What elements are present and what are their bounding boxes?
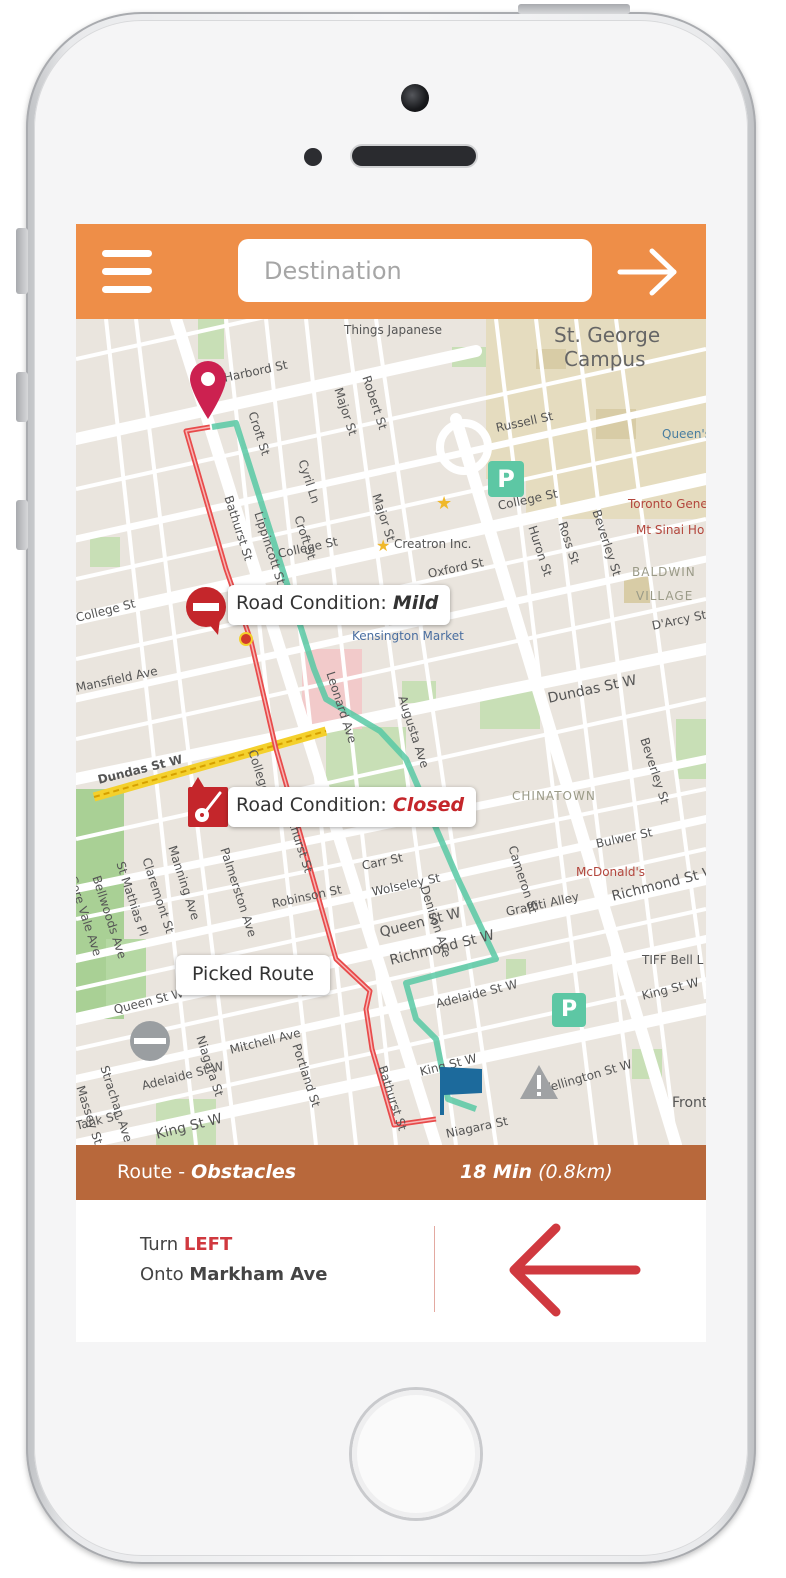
map-label: CHINATOWN bbox=[512, 789, 596, 803]
directions-panel: Turn LEFT Onto Markham Ave bbox=[76, 1200, 706, 1342]
street-name: Markham Ave bbox=[189, 1264, 328, 1285]
callout-label: Road Condition: bbox=[236, 592, 393, 614]
power-button[interactable] bbox=[518, 4, 630, 14]
no-entry-icon[interactable] bbox=[184, 587, 232, 635]
front-camera bbox=[401, 84, 429, 112]
turn-prefix: Turn bbox=[140, 1234, 184, 1255]
turn-direction: LEFT bbox=[183, 1234, 233, 1255]
top-bar bbox=[76, 224, 706, 319]
route-type: Route - Obstacles bbox=[117, 1161, 296, 1183]
onto-prefix: Onto bbox=[140, 1264, 190, 1285]
callout-label: Road Condition: bbox=[236, 794, 393, 816]
map-label: Creatron Inc. bbox=[394, 537, 472, 551]
parking-icon[interactable]: P bbox=[552, 993, 586, 1027]
hamburger-menu-icon[interactable] bbox=[102, 250, 152, 294]
turn-instruction: Turn LEFT Onto Markham Ave bbox=[140, 1230, 328, 1290]
map-view[interactable]: ★ ★ Things Japanese St. George Campus Ha… bbox=[76, 319, 706, 1145]
guitar-icon[interactable] bbox=[188, 787, 228, 827]
volume-down-button[interactable] bbox=[16, 500, 28, 550]
map-label: St. George bbox=[554, 323, 661, 347]
map-label: Kensington Market bbox=[352, 629, 464, 643]
route-label: Route - bbox=[117, 1161, 192, 1183]
map-label: VILLAGE bbox=[636, 589, 694, 603]
callout-value: Mild bbox=[392, 592, 439, 614]
map-label: Things Japanese bbox=[344, 323, 443, 337]
arrow-right-icon[interactable] bbox=[616, 248, 680, 296]
map-label: McDonald's bbox=[576, 865, 645, 879]
parking-icon[interactable]: P bbox=[488, 461, 524, 497]
location-pin-icon[interactable] bbox=[188, 359, 228, 421]
arrow-left-icon bbox=[504, 1220, 644, 1320]
flag-icon[interactable] bbox=[438, 1063, 486, 1115]
route-distance: (0.8km) bbox=[538, 1161, 613, 1183]
map-label: Mt Sinai Ho bbox=[636, 523, 705, 537]
map-label: Toronto Gene bbox=[628, 497, 706, 511]
picked-route-callout[interactable]: Picked Route bbox=[176, 955, 331, 995]
route-summary-bar: Route - Obstacles 18 Min (0.8km) bbox=[76, 1145, 706, 1200]
home-button[interactable] bbox=[352, 1390, 480, 1518]
proximity-sensor bbox=[304, 148, 322, 166]
road-condition-closed-callout[interactable]: Road Condition: Closed bbox=[228, 787, 477, 827]
divider bbox=[434, 1226, 435, 1312]
road-condition-mild-callout[interactable]: Road Condition: Mild bbox=[228, 585, 451, 625]
callout-label: Picked Route bbox=[192, 963, 315, 985]
svg-text:★: ★ bbox=[436, 493, 452, 514]
earpiece-speaker bbox=[352, 146, 476, 166]
route-duration: 18 Min bbox=[460, 1161, 533, 1183]
callout-value: Closed bbox=[392, 794, 465, 816]
map-label: Front bbox=[672, 1095, 706, 1111]
app-screen: ★ ★ Things Japanese St. George Campus Ha… bbox=[76, 224, 706, 1342]
map-label: BALDWIN bbox=[632, 565, 696, 579]
destination-input[interactable] bbox=[238, 239, 592, 302]
blocked-road-icon[interactable] bbox=[128, 1019, 172, 1063]
route-value: Obstacles bbox=[191, 1161, 297, 1183]
map-label: Queen's bbox=[662, 427, 706, 441]
route-eta: 18 Min (0.8km) bbox=[460, 1161, 613, 1183]
volume-up-button[interactable] bbox=[16, 372, 28, 422]
mute-switch[interactable] bbox=[16, 228, 28, 294]
callout-pointer bbox=[192, 777, 204, 787]
map-label: TIFF Bell L bbox=[642, 953, 704, 967]
map-label: Campus bbox=[564, 347, 646, 371]
warning-icon[interactable] bbox=[518, 1063, 560, 1101]
